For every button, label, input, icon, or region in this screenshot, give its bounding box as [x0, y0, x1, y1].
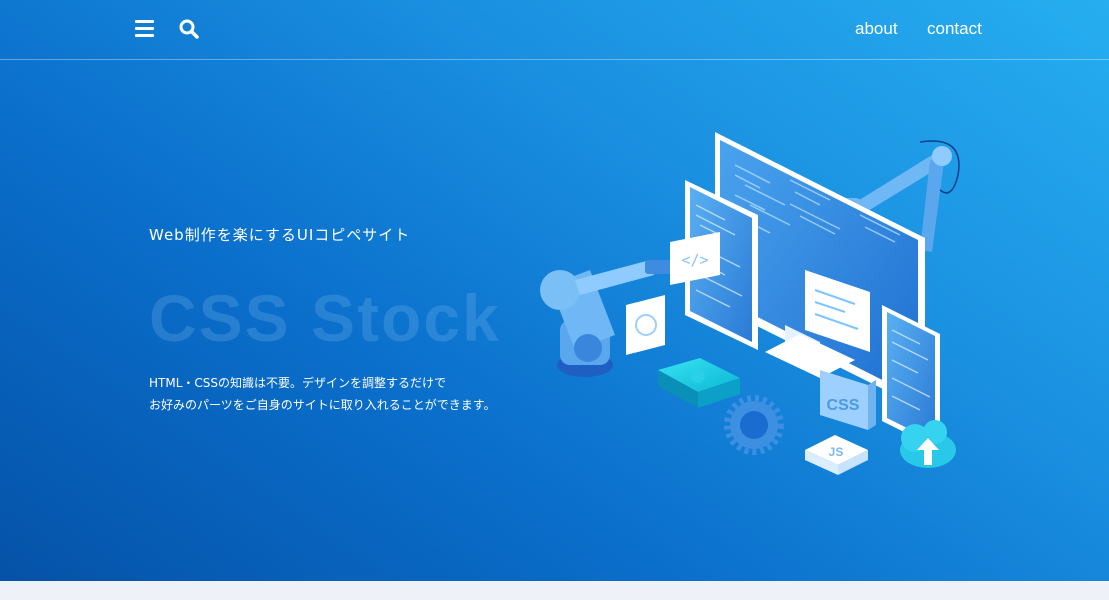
nav-link-contact[interactable]: contact — [927, 19, 982, 39]
page: about contact Web制作を楽にするUIコピペサイト CSS Sto… — [0, 0, 1109, 600]
android-chip-icon — [658, 358, 740, 408]
cloud-upload-icon — [900, 420, 956, 468]
gear-icon — [724, 395, 784, 455]
search-icon[interactable] — [179, 19, 199, 39]
site-header: about contact — [0, 0, 1109, 60]
js-badge-icon: JS — [805, 435, 868, 475]
hero-section: about contact Web制作を楽にするUIコピペサイト CSS Sto… — [0, 0, 1109, 581]
hero-description: HTML・CSSの知識は不要。デザインを調整するだけで お好みのパーツをご自身の… — [149, 372, 496, 416]
hero-description-line-2: お好みのパーツをご自身のサイトに取り入れることができます。 — [149, 398, 496, 412]
hero-description-line-1: HTML・CSSの知識は不要。デザインを調整するだけで — [149, 376, 447, 390]
svg-text:CSS: CSS — [827, 397, 860, 414]
hero-illustration: </> CSS JS — [540, 132, 960, 475]
hamburger-menu-icon[interactable] — [135, 20, 154, 37]
svg-text:JS: JS — [829, 445, 844, 459]
site-logo-text[interactable]: CSS Stock — [149, 280, 501, 356]
svg-text:</>: </> — [681, 251, 708, 269]
content-section-top — [0, 581, 1109, 600]
hero-tagline: Web制作を楽にするUIコピペサイト — [149, 226, 411, 244]
sync-card-icon — [626, 295, 665, 355]
nav-link-about[interactable]: about — [855, 19, 898, 39]
